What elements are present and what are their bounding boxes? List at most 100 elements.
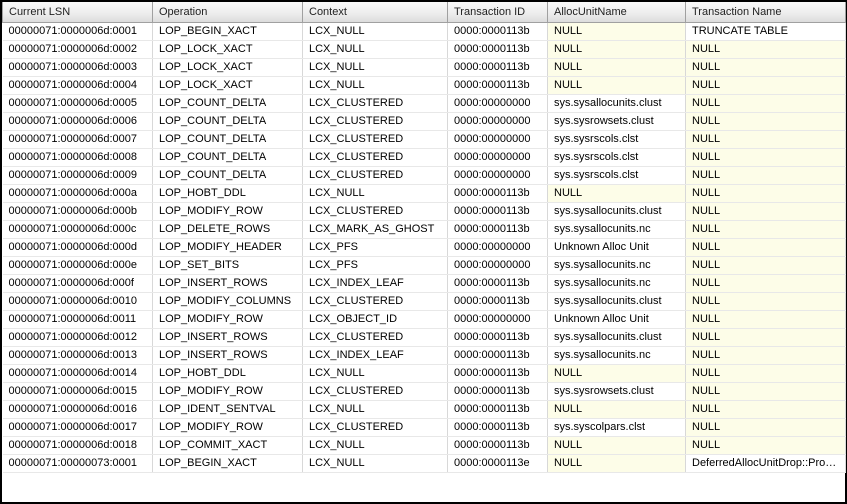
cell-op[interactable]: LOP_COMMIT_XACT xyxy=(153,436,303,454)
cell-op[interactable]: LOP_IDENT_SENTVAL xyxy=(153,400,303,418)
cell-op[interactable]: LOP_COUNT_DELTA xyxy=(153,148,303,166)
cell-ctx[interactable]: LCX_PFS xyxy=(303,238,448,256)
cell-ctx[interactable]: LCX_NULL xyxy=(303,58,448,76)
cell-op[interactable]: LOP_DELETE_ROWS xyxy=(153,220,303,238)
cell-tname[interactable]: NULL xyxy=(686,292,846,310)
cell-alloc[interactable]: sys.sysallocunits.clust xyxy=(548,94,686,112)
cell-alloc[interactable]: sys.syscolpars.clst xyxy=(548,418,686,436)
cell-op[interactable]: LOP_HOBT_DDL xyxy=(153,364,303,382)
cell-op[interactable]: LOP_MODIFY_ROW xyxy=(153,418,303,436)
cell-lsn[interactable]: 00000071:0000006d:0015 xyxy=(3,382,153,400)
cell-op[interactable]: LOP_MODIFY_COLUMNS xyxy=(153,292,303,310)
cell-tname[interactable]: NULL xyxy=(686,166,846,184)
cell-alloc[interactable]: sys.sysallocunits.nc xyxy=(548,346,686,364)
cell-op[interactable]: LOP_COUNT_DELTA xyxy=(153,112,303,130)
cell-tid[interactable]: 0000:0000113b xyxy=(448,328,548,346)
cell-lsn[interactable]: 00000071:0000006d:0001 xyxy=(3,22,153,40)
cell-tname[interactable]: NULL xyxy=(686,112,846,130)
cell-lsn[interactable]: 00000071:0000006d:0013 xyxy=(3,346,153,364)
cell-op[interactable]: LOP_MODIFY_ROW xyxy=(153,202,303,220)
cell-lsn[interactable]: 00000071:0000006d:0011 xyxy=(3,310,153,328)
table-row[interactable]: 00000071:0000006d:000cLOP_DELETE_ROWSLCX… xyxy=(3,220,846,238)
cell-ctx[interactable]: LCX_CLUSTERED xyxy=(303,112,448,130)
cell-alloc[interactable]: NULL xyxy=(548,400,686,418)
cell-tname[interactable]: NULL xyxy=(686,310,846,328)
column-header-tid[interactable]: Transaction ID xyxy=(448,2,548,22)
cell-tid[interactable]: 0000:0000113b xyxy=(448,76,548,94)
cell-lsn[interactable]: 00000071:0000006d:0003 xyxy=(3,58,153,76)
cell-alloc[interactable]: sys.sysallocunits.clust xyxy=(548,292,686,310)
cell-ctx[interactable]: LCX_NULL xyxy=(303,364,448,382)
cell-alloc[interactable]: sys.sysrscols.clst xyxy=(548,166,686,184)
cell-ctx[interactable]: LCX_CLUSTERED xyxy=(303,292,448,310)
cell-tname[interactable]: NULL xyxy=(686,184,846,202)
table-row[interactable]: 00000071:00000073:0001LOP_BEGIN_XACTLCX_… xyxy=(3,454,846,472)
cell-ctx[interactable]: LCX_CLUSTERED xyxy=(303,418,448,436)
cell-alloc[interactable]: NULL xyxy=(548,436,686,454)
cell-tname[interactable]: NULL xyxy=(686,400,846,418)
cell-op[interactable]: LOP_COUNT_DELTA xyxy=(153,94,303,112)
cell-lsn[interactable]: 00000071:0000006d:0005 xyxy=(3,94,153,112)
cell-tname[interactable]: NULL xyxy=(686,220,846,238)
cell-op[interactable]: LOP_SET_BITS xyxy=(153,256,303,274)
cell-lsn[interactable]: 00000071:0000006d:0012 xyxy=(3,328,153,346)
cell-tname[interactable]: NULL xyxy=(686,382,846,400)
cell-op[interactable]: LOP_COUNT_DELTA xyxy=(153,166,303,184)
cell-tid[interactable]: 0000:00000000 xyxy=(448,94,548,112)
cell-ctx[interactable]: LCX_CLUSTERED xyxy=(303,94,448,112)
cell-op[interactable]: LOP_INSERT_ROWS xyxy=(153,328,303,346)
cell-alloc[interactable]: sys.sysallocunits.clust xyxy=(548,328,686,346)
table-row[interactable]: 00000071:0000006d:0006LOP_COUNT_DELTALCX… xyxy=(3,112,846,130)
cell-ctx[interactable]: LCX_CLUSTERED xyxy=(303,130,448,148)
table-row[interactable]: 00000071:0000006d:0002LOP_LOCK_XACTLCX_N… xyxy=(3,40,846,58)
cell-op[interactable]: LOP_MODIFY_ROW xyxy=(153,382,303,400)
cell-tname[interactable]: NULL xyxy=(686,58,846,76)
cell-lsn[interactable]: 00000071:0000006d:0017 xyxy=(3,418,153,436)
cell-alloc[interactable]: NULL xyxy=(548,40,686,58)
cell-lsn[interactable]: 00000071:0000006d:000b xyxy=(3,202,153,220)
cell-tid[interactable]: 0000:0000113b xyxy=(448,202,548,220)
cell-tid[interactable]: 0000:00000000 xyxy=(448,310,548,328)
cell-alloc[interactable]: sys.sysallocunits.clust xyxy=(548,202,686,220)
cell-ctx[interactable]: LCX_OBJECT_ID xyxy=(303,310,448,328)
cell-op[interactable]: LOP_LOCK_XACT xyxy=(153,58,303,76)
cell-alloc[interactable]: sys.sysallocunits.nc xyxy=(548,256,686,274)
table-row[interactable]: 00000071:0000006d:0014LOP_HOBT_DDLLCX_NU… xyxy=(3,364,846,382)
cell-ctx[interactable]: LCX_NULL xyxy=(303,436,448,454)
cell-alloc[interactable]: NULL xyxy=(548,76,686,94)
cell-op[interactable]: LOP_INSERT_ROWS xyxy=(153,274,303,292)
cell-ctx[interactable]: LCX_CLUSTERED xyxy=(303,202,448,220)
cell-alloc[interactable]: sys.sysrowsets.clust xyxy=(548,382,686,400)
cell-lsn[interactable]: 00000071:0000006d:0006 xyxy=(3,112,153,130)
cell-ctx[interactable]: LCX_NULL xyxy=(303,76,448,94)
table-row[interactable]: 00000071:0000006d:0004LOP_LOCK_XACTLCX_N… xyxy=(3,76,846,94)
cell-alloc[interactable]: NULL xyxy=(548,22,686,40)
cell-op[interactable]: LOP_MODIFY_HEADER xyxy=(153,238,303,256)
cell-lsn[interactable]: 00000071:0000006d:0002 xyxy=(3,40,153,58)
column-header-alloc[interactable]: AllocUnitName xyxy=(548,2,686,22)
cell-tname[interactable]: TRUNCATE TABLE xyxy=(686,22,846,40)
cell-ctx[interactable]: LCX_PFS xyxy=(303,256,448,274)
cell-lsn[interactable]: 00000071:0000006d:0004 xyxy=(3,76,153,94)
cell-lsn[interactable]: 00000071:0000006d:0014 xyxy=(3,364,153,382)
cell-alloc[interactable]: Unknown Alloc Unit xyxy=(548,310,686,328)
cell-ctx[interactable]: LCX_NULL xyxy=(303,184,448,202)
cell-tid[interactable]: 0000:0000113b xyxy=(448,346,548,364)
cell-lsn[interactable]: 00000071:0000006d:000f xyxy=(3,274,153,292)
cell-ctx[interactable]: LCX_INDEX_LEAF xyxy=(303,274,448,292)
cell-op[interactable]: LOP_BEGIN_XACT xyxy=(153,22,303,40)
cell-op[interactable]: LOP_HOBT_DDL xyxy=(153,184,303,202)
cell-alloc[interactable]: NULL xyxy=(548,364,686,382)
table-row[interactable]: 00000071:0000006d:0017LOP_MODIFY_ROWLCX_… xyxy=(3,418,846,436)
cell-tid[interactable]: 0000:0000113b xyxy=(448,184,548,202)
cell-tname[interactable]: NULL xyxy=(686,130,846,148)
cell-tid[interactable]: 0000:0000113e xyxy=(448,454,548,472)
cell-lsn[interactable]: 00000071:0000006d:000a xyxy=(3,184,153,202)
cell-op[interactable]: LOP_MODIFY_ROW xyxy=(153,310,303,328)
cell-op[interactable]: LOP_INSERT_ROWS xyxy=(153,346,303,364)
cell-ctx[interactable]: LCX_CLUSTERED xyxy=(303,328,448,346)
cell-tid[interactable]: 0000:0000113b xyxy=(448,292,548,310)
cell-alloc[interactable]: sys.sysallocunits.nc xyxy=(548,220,686,238)
cell-ctx[interactable]: LCX_NULL xyxy=(303,400,448,418)
table-row[interactable]: 00000071:0000006d:0001LOP_BEGIN_XACTLCX_… xyxy=(3,22,846,40)
